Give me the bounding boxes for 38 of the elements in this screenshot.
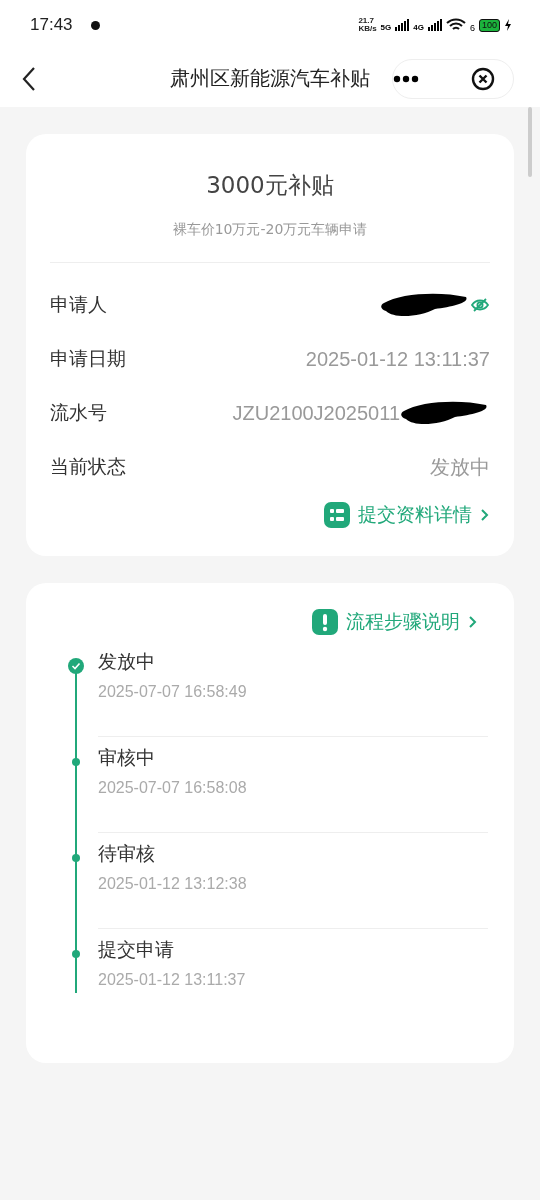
step-time: 2025-07-07 16:58:08 <box>98 779 248 797</box>
network-speed: 21.7 <box>358 17 375 25</box>
chevron-right-icon <box>480 508 490 522</box>
network-label: 4G <box>413 23 424 32</box>
step-time: 2025-01-12 13:12:38 <box>98 875 248 893</box>
step-time: 2025-07-07 16:58:49 <box>98 683 248 701</box>
signal-icon <box>395 19 410 31</box>
subsidy-amount: 3000元补贴 <box>205 171 335 200</box>
field-value: JZU2100J2025011 <box>232 401 400 425</box>
field-label: 申请日期 <box>50 346 126 371</box>
wifi-number: 6 <box>469 23 475 33</box>
step-title: 审核中 <box>98 745 156 770</box>
field-label: 流水号 <box>50 400 107 425</box>
field-value: 2025-01-12 13:11:37 <box>305 347 490 371</box>
wifi-icon <box>445 18 466 32</box>
chevron-right-icon <box>468 615 478 629</box>
charging-icon <box>504 19 512 31</box>
process-steps-link[interactable]: 流程步骤说明 <box>312 609 478 635</box>
page-title: 肃州区新能源汽车补贴 <box>170 65 371 92</box>
step-time: 2025-01-12 13:11:37 <box>98 971 247 989</box>
step-title: 待审核 <box>98 841 156 866</box>
field-label: 当前状态 <box>50 454 126 479</box>
signal-icon <box>427 19 442 31</box>
exclamation-icon <box>312 609 338 635</box>
step-title: 提交申请 <box>98 937 175 962</box>
network-label: 5G <box>380 23 392 32</box>
scrollbar <box>528 107 532 177</box>
subsidy-condition: 裸车价10万元-20万元车辆申请 <box>50 221 490 263</box>
eye-off-icon[interactable] <box>470 297 490 313</box>
field-label: 申请人 <box>50 292 107 317</box>
field-value: 发放中 <box>430 454 490 480</box>
clock: 17:43 <box>30 15 73 35</box>
notification-dot-icon <box>90 20 100 30</box>
step-title: 发放中 <box>98 649 156 674</box>
battery-level: 100 <box>478 18 500 32</box>
speed-unit: KB/s <box>358 25 377 33</box>
details-link[interactable]: 提交资料详情 <box>324 502 490 528</box>
list-icon <box>324 502 350 528</box>
